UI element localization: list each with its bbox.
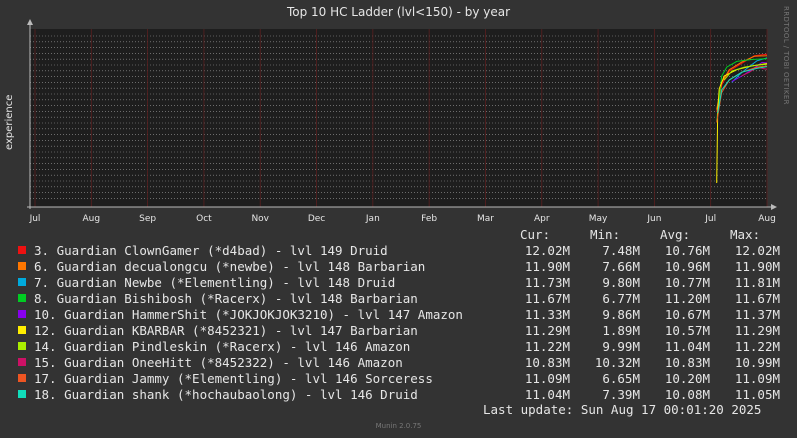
x-tick-label: Aug xyxy=(83,214,101,224)
legend-avg: 10.57M xyxy=(664,323,710,338)
legend-cur: 10.83M xyxy=(524,355,570,370)
legend-avg: 11.20M xyxy=(664,291,710,306)
col-header-cur: Cur: xyxy=(520,227,551,242)
legend-row: 6. Guardian decualongcu (*newbe) - lvl 1… xyxy=(18,259,788,275)
legend-min: 9.80M xyxy=(602,275,640,290)
y-axis-arrow xyxy=(27,19,33,25)
legend-cur: 11.33M xyxy=(524,307,570,322)
legend-label: 15. Guardian OneeHitt (*8452322) - lvl 1… xyxy=(34,355,403,370)
x-tick-label: Oct xyxy=(196,214,212,224)
legend-cur: 12.02M xyxy=(524,243,570,258)
legend-label: 7. Guardian Newbe (*Elementling) - lvl 1… xyxy=(34,275,396,290)
legend-label: 12. Guardian KBARBAR (*8452321) - lvl 14… xyxy=(34,323,418,338)
munin-version: Munin 2.0.75 xyxy=(375,422,422,430)
legend-label: 17. Guardian Jammy (*Elementling) - lvl … xyxy=(34,371,433,386)
legend-max: 11.05M xyxy=(734,387,780,402)
x-tick-label: Jun xyxy=(646,214,661,224)
legend-label: 14. Guardian Pindleskin (*Racerx) - lvl … xyxy=(34,339,411,354)
legend-min: 1.89M xyxy=(602,323,640,338)
legend-avg: 10.83M xyxy=(664,355,710,370)
legend-max: 11.90M xyxy=(734,259,780,274)
x-tick-label: May xyxy=(589,214,608,224)
legend-max: 11.09M xyxy=(734,371,780,386)
col-header-min: Min: xyxy=(590,227,621,242)
legend-swatch xyxy=(18,278,26,286)
legend-max: 10.99M xyxy=(734,355,780,370)
legend-min: 10.32M xyxy=(594,355,640,370)
legend-swatch xyxy=(18,246,26,254)
x-tick-label: Jul xyxy=(704,214,716,224)
legend-label: 6. Guardian decualongcu (*newbe) - lvl 1… xyxy=(34,259,426,274)
legend-label: 10. Guardian HammerShit (*JOKJOKJOK3210)… xyxy=(34,307,463,322)
legend-cur: 11.67M xyxy=(524,291,570,306)
legend-cur: 11.09M xyxy=(524,371,570,386)
plot-area xyxy=(30,29,767,207)
legend-label: 8. Guardian Bishibosh (*Racerx) - lvl 14… xyxy=(34,291,418,306)
legend-row: 8. Guardian Bishibosh (*Racerx) - lvl 14… xyxy=(18,291,788,307)
legend-row: 3. Guardian ClownGamer (*d4bad) - lvl 14… xyxy=(18,243,788,259)
x-tick-label: Feb xyxy=(421,214,437,224)
legend-swatch xyxy=(18,262,26,270)
legend-min: 9.86M xyxy=(602,307,640,322)
x-tick-label: Dec xyxy=(308,214,325,224)
legend-max: 11.67M xyxy=(734,291,780,306)
legend-swatch xyxy=(18,310,26,318)
legend-max: 11.29M xyxy=(734,323,780,338)
legend-cur: 11.90M xyxy=(524,259,570,274)
legend-avg: 10.77M xyxy=(664,275,710,290)
legend-row: 12. Guardian KBARBAR (*8452321) - lvl 14… xyxy=(18,323,788,339)
legend-max: 11.22M xyxy=(734,339,780,354)
x-tick-label: Aug xyxy=(758,214,776,224)
legend-cur: 11.22M xyxy=(524,339,570,354)
legend-avg: 10.76M xyxy=(664,243,710,258)
legend-row: 7. Guardian Newbe (*Elementling) - lvl 1… xyxy=(18,275,788,291)
legend-cur: 11.29M xyxy=(524,323,570,338)
x-tick-label: Mar xyxy=(477,214,494,224)
legend-row: 15. Guardian OneeHitt (*8452322) - lvl 1… xyxy=(18,355,788,371)
legend-min: 7.39M xyxy=(602,387,640,402)
legend-cur: 11.73M xyxy=(524,275,570,290)
legend-min: 7.48M xyxy=(602,243,640,258)
legend-avg: 10.96M xyxy=(664,259,710,274)
legend-max: 11.37M xyxy=(734,307,780,322)
legend-max: 12.02M xyxy=(734,243,780,258)
legend-min: 6.77M xyxy=(602,291,640,306)
legend-swatch xyxy=(18,374,26,382)
x-tick-label: Nov xyxy=(251,214,269,224)
legend-label: 3. Guardian ClownGamer (*d4bad) - lvl 14… xyxy=(34,243,388,258)
legend-swatch xyxy=(18,342,26,350)
legend-swatch xyxy=(18,294,26,302)
legend-max: 11.81M xyxy=(734,275,780,290)
col-header-avg: Avg: xyxy=(660,227,691,242)
legend-avg: 10.20M xyxy=(664,371,710,386)
legend-row: 18. Guardian shank (*hochaubaolong) - lv… xyxy=(18,387,788,403)
x-tick-label: Jul xyxy=(29,214,41,224)
legend-avg: 11.04M xyxy=(664,339,710,354)
legend-avg: 10.67M xyxy=(664,307,710,322)
legend-cur: 11.04M xyxy=(524,387,570,402)
x-tick-labels: Jul Aug Sep Oct Nov Dec Jan Feb Mar Apr May Jun Jul A… xyxy=(29,214,776,224)
legend-min: 7.66M xyxy=(602,259,640,274)
legend-swatch xyxy=(18,326,26,334)
legend-min: 6.65M xyxy=(602,371,640,386)
legend-row: 14. Guardian Pindleskin (*Racerx) - lvl … xyxy=(18,339,788,355)
x-tick-label: Apr xyxy=(534,214,550,224)
x-axis-arrow xyxy=(771,204,777,210)
legend-row: 17. Guardian Jammy (*Elementling) - lvl … xyxy=(18,371,788,387)
legend-row: 10. Guardian HammerShit (*JOKJOKJOK3210)… xyxy=(18,307,788,323)
legend-min: 9.99M xyxy=(602,339,640,354)
col-header-max: Max: xyxy=(730,227,761,242)
legend-label: 18. Guardian shank (*hochaubaolong) - lv… xyxy=(34,387,418,402)
legend-swatch xyxy=(18,390,26,398)
x-tick-label: Jan xyxy=(365,214,380,224)
last-update: Last update: Sun Aug 17 00:01:20 2025 xyxy=(483,402,762,417)
legend-avg: 10.08M xyxy=(664,387,710,402)
legend-swatch xyxy=(18,358,26,366)
x-tick-label: Sep xyxy=(139,214,156,224)
